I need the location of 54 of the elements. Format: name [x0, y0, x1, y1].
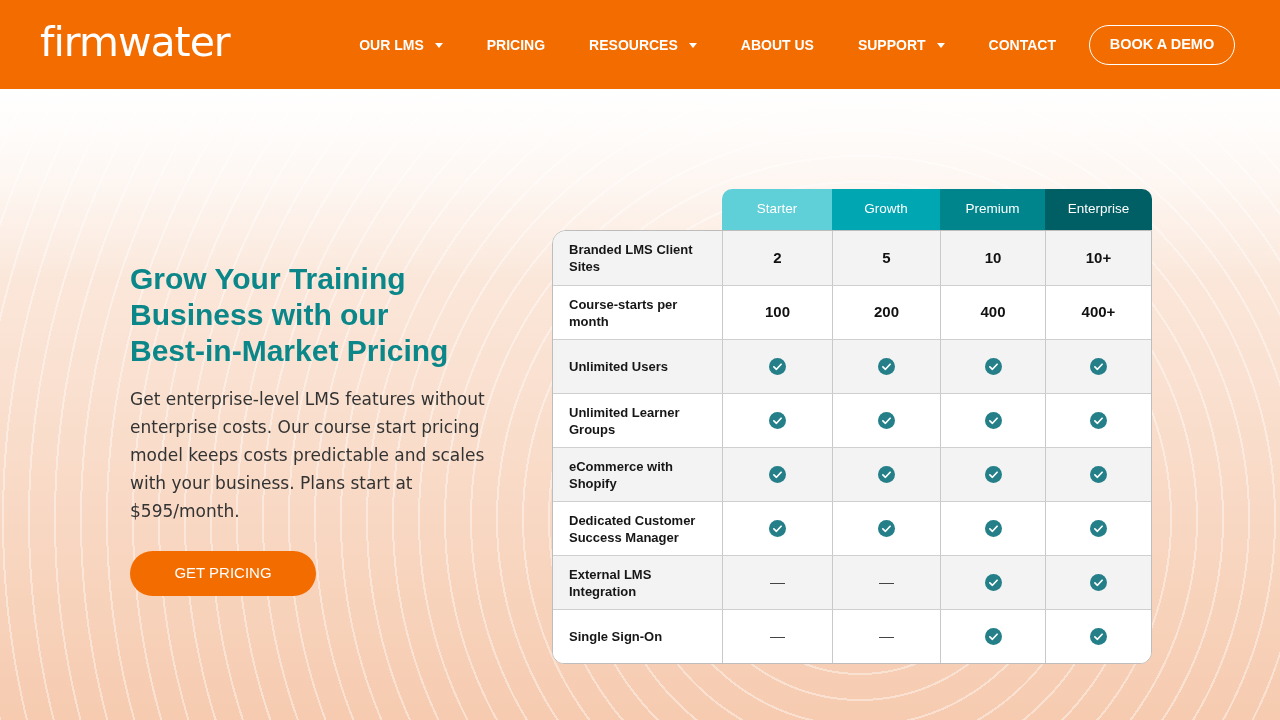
hero-paragraph: Get enterprise-level LMS features without enterprise costs. Our course start pricing model keeps costs predictable and scales with your business. Plans start at $595/month. — [130, 388, 486, 523]
check-icon — [984, 358, 1002, 375]
table-cell-text: 5 — [882, 247, 891, 268]
hero-heading: Grow Your Training Business with our Best-in-Market Pricing — [130, 261, 450, 369]
plan-header: Premium — [940, 189, 1045, 230]
feature-label: External LMS Integration — [569, 565, 653, 600]
check-icon — [1090, 520, 1107, 537]
plan-header: Enterprise — [1045, 189, 1152, 230]
table-cell-text: — — [770, 626, 785, 647]
feature-label: Unlimited Users — [569, 358, 668, 375]
check-icon — [769, 358, 786, 375]
nav-link[interactable]: RESOURCES — [589, 34, 697, 56]
table-cell-text: — — [879, 626, 894, 647]
nav-link[interactable]: SUPPORT — [857, 34, 945, 56]
check-icon — [878, 520, 895, 537]
check-icon — [878, 358, 895, 375]
feature-label: Course-starts per month — [569, 295, 679, 330]
feature-label: Unlimited Learner Groups — [569, 403, 681, 438]
check-icon — [984, 466, 1002, 483]
table-cell-text: 400+ — [1081, 302, 1116, 323]
table-cell-text: 10 — [984, 247, 1002, 268]
nav-link[interactable]: ABOUT US — [740, 34, 814, 56]
table-cell-text: — — [879, 572, 894, 593]
check-icon — [769, 520, 786, 537]
nav-link[interactable]: PRICING — [486, 34, 546, 56]
table-cell-text: — — [770, 572, 785, 593]
nav-link[interactable]: CONTACT — [988, 34, 1056, 56]
check-icon — [984, 412, 1002, 429]
table-cell-text: 400 — [980, 302, 1006, 323]
table-cell-text: 200 — [874, 302, 899, 323]
feature-label: Single Sign-On — [569, 628, 663, 645]
check-icon — [1090, 412, 1107, 429]
plan-header: Growth — [832, 189, 940, 230]
check-icon — [1090, 358, 1107, 375]
table-cell-text: 10+ — [1085, 247, 1112, 268]
check-icon — [1090, 628, 1107, 645]
check-icon — [769, 412, 786, 429]
check-icon — [878, 412, 895, 429]
check-icon — [1090, 574, 1107, 591]
check-icon — [878, 466, 895, 483]
table-cell-text: 100 — [765, 302, 790, 323]
feature-label: eCommerce with Shopify — [569, 457, 675, 492]
feature-label: Dedicated Customer Success Manager — [569, 511, 697, 546]
get-pricing-button[interactable]: GET PRICING — [130, 551, 316, 596]
check-icon — [984, 628, 1002, 645]
feature-label: Branded LMS Client Sites — [569, 241, 694, 275]
table-cell-text: 2 — [773, 247, 782, 268]
nav-link[interactable]: OUR LMS — [359, 34, 443, 56]
check-icon — [984, 574, 1002, 591]
check-icon — [769, 466, 786, 483]
check-icon — [984, 520, 1002, 537]
check-icon — [1090, 466, 1107, 483]
plan-header: Starter — [722, 189, 832, 230]
logo[interactable]: firmwater — [40, 22, 230, 67]
